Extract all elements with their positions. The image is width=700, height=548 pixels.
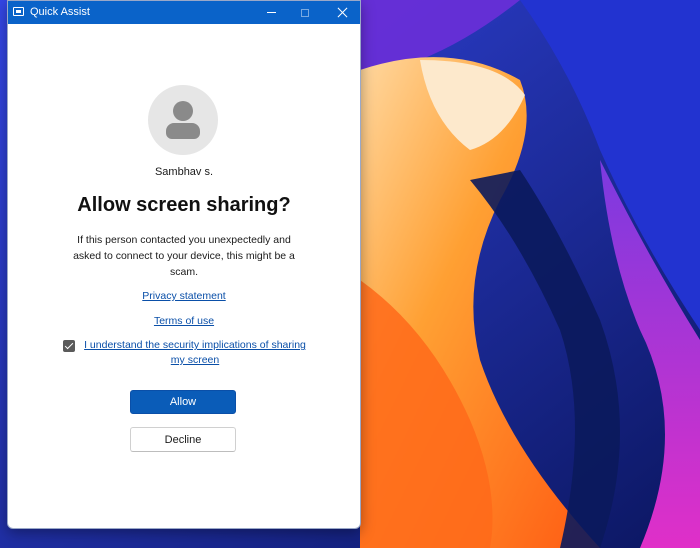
share-consent-dialog: Sambhav s. Allow screen sharing? If this…	[8, 24, 360, 528]
allow-button[interactable]: Allow	[130, 390, 236, 414]
user-name: Sambhav s.	[154, 166, 214, 178]
quick-assist-window: Quick Assist Sambhav s. Allow screen sha…	[7, 0, 361, 529]
minimize-icon	[266, 12, 276, 13]
person-icon	[173, 101, 193, 121]
minimize-button[interactable]	[254, 1, 288, 24]
decline-button[interactable]: Decline	[130, 427, 236, 452]
person-icon-body	[166, 123, 200, 139]
scam-warning-text: If this person contacted you unexpectedl…	[73, 234, 295, 278]
consent-label[interactable]: I understand the security implications o…	[77, 338, 313, 368]
title-bar[interactable]: Quick Assist	[8, 1, 360, 24]
window-title: Quick Assist	[30, 6, 90, 18]
maximize-button[interactable]	[288, 1, 322, 24]
quick-assist-icon	[13, 7, 24, 16]
privacy-statement-link[interactable]: Privacy statement	[8, 290, 360, 302]
page-title: Allow screen sharing?	[77, 194, 291, 216]
avatar	[148, 85, 218, 155]
consent-checkbox[interactable]	[63, 340, 75, 352]
maximize-icon	[301, 8, 309, 17]
close-icon	[337, 7, 348, 18]
terms-of-use-link[interactable]: Terms of use	[8, 315, 360, 327]
close-button[interactable]	[325, 1, 359, 24]
